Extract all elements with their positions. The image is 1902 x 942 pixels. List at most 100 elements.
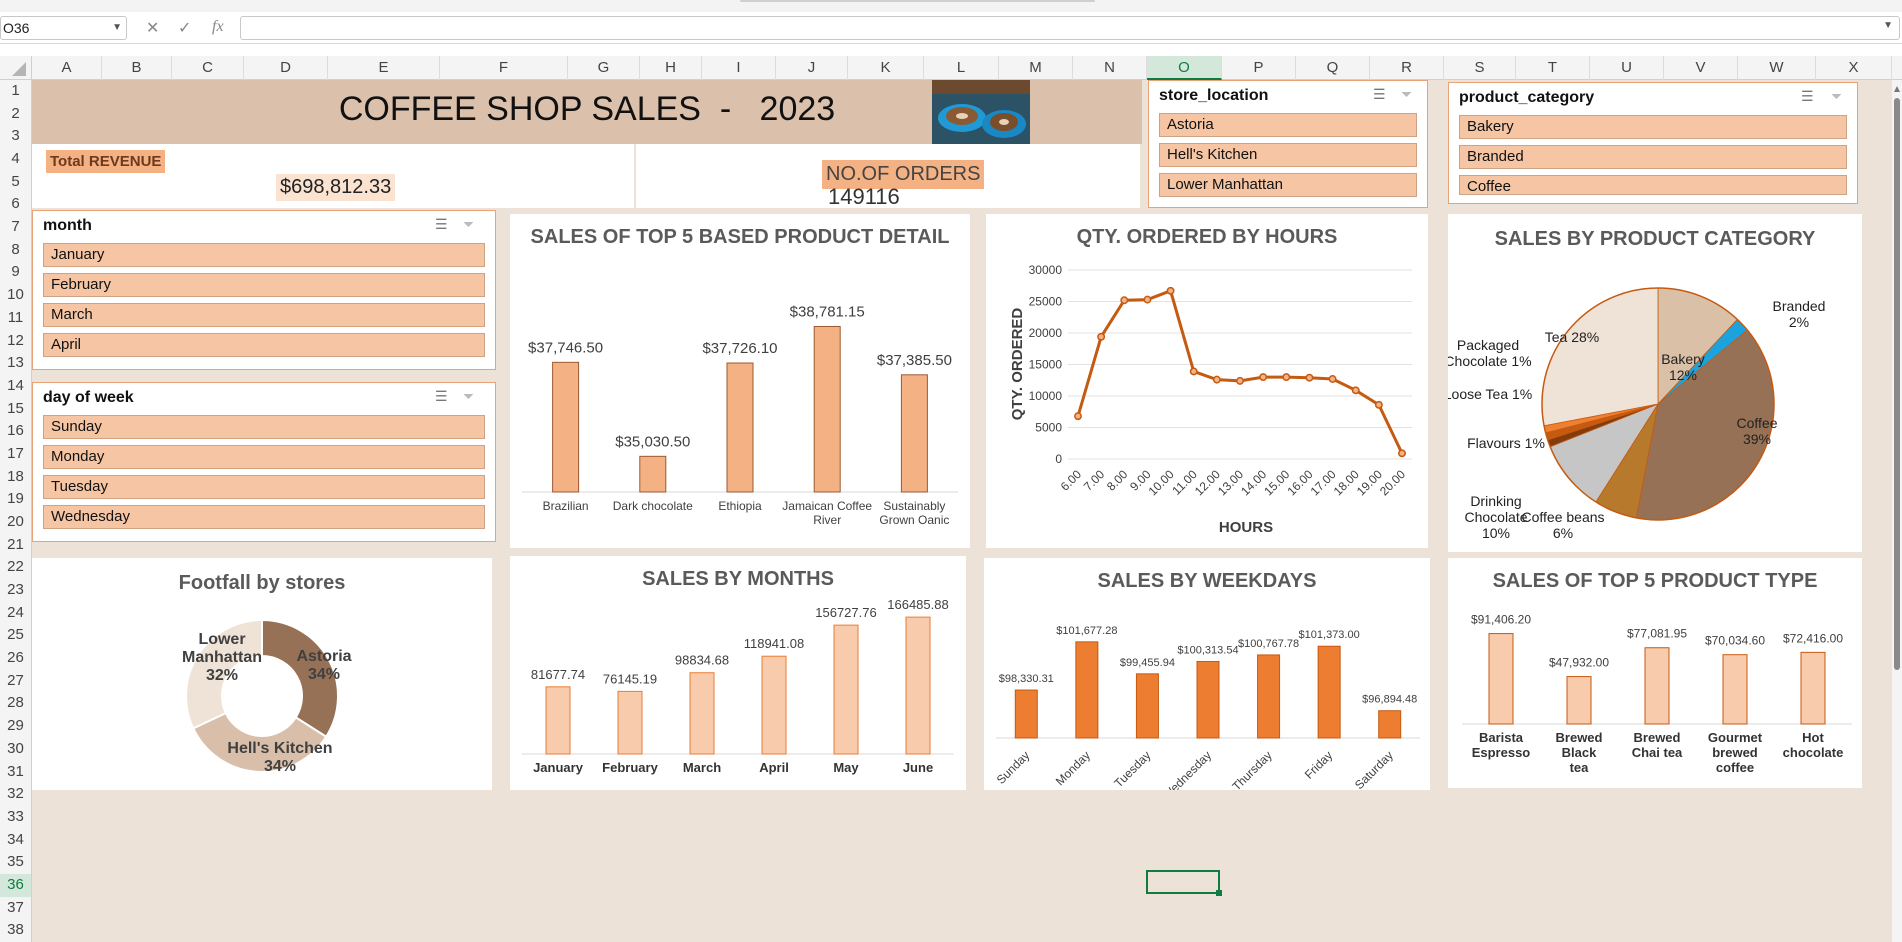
row-header-11[interactable]: 11 bbox=[0, 307, 31, 330]
row-header-18[interactable]: 18 bbox=[0, 466, 31, 489]
column-header-w[interactable]: W bbox=[1738, 56, 1816, 80]
column-header-b[interactable]: B bbox=[102, 56, 172, 80]
chart-qty-by-hours[interactable]: QTY. ORDERED BY HOURS 0 5000 10000 15000 200… bbox=[986, 214, 1428, 548]
enter-check-icon[interactable]: ✓ bbox=[178, 18, 191, 38]
row-header-10[interactable]: 10 bbox=[0, 284, 31, 307]
column-header-q[interactable]: Q bbox=[1296, 56, 1370, 80]
slicer-item-lower-manhattan[interactable]: Lower Manhattan bbox=[1159, 173, 1417, 197]
chart-sales-by-category[interactable]: SALES BY PRODUCT CATEGORY Bakery 12% Brand… bbox=[1448, 214, 1862, 552]
row-header-33[interactable]: 33 bbox=[0, 806, 31, 829]
column-header-n[interactable]: N bbox=[1073, 56, 1147, 80]
slicer-item-march[interactable]: March bbox=[43, 303, 485, 327]
row-header-15[interactable]: 15 bbox=[0, 398, 31, 421]
column-header-d[interactable]: D bbox=[244, 56, 328, 80]
slicer-item-astoria[interactable]: Astoria bbox=[1159, 113, 1417, 137]
clear-filter-icon[interactable]: ⏷ bbox=[1831, 88, 1842, 105]
row-header-35[interactable]: 35 bbox=[0, 851, 31, 874]
name-box[interactable]: O36 ▼ bbox=[0, 16, 127, 40]
row-header-28[interactable]: 28 bbox=[0, 692, 31, 715]
row-header-8[interactable]: 8 bbox=[0, 239, 31, 262]
scroll-up-icon[interactable] bbox=[1894, 86, 1900, 92]
column-header-m[interactable]: M bbox=[999, 56, 1073, 80]
row-header-9[interactable]: 9 bbox=[0, 261, 31, 284]
multi-select-icon[interactable]: ☰ bbox=[1801, 88, 1814, 105]
row-header-27[interactable]: 27 bbox=[0, 670, 31, 693]
row-header-31[interactable]: 31 bbox=[0, 761, 31, 784]
window-handle[interactable] bbox=[740, 0, 1095, 2]
chart-footfall-by-stores[interactable]: Footfall by stores Astoria 34% Hell's Kitc… bbox=[32, 558, 492, 790]
chevron-down-icon[interactable]: ▼ bbox=[1883, 20, 1893, 31]
row-header-4[interactable]: 4 bbox=[0, 148, 31, 171]
column-header-j[interactable]: J bbox=[776, 56, 848, 80]
slicer-item-monday[interactable]: Monday bbox=[43, 445, 485, 469]
slicer-item-sunday[interactable]: Sunday bbox=[43, 415, 485, 439]
row-header-1[interactable]: 1 bbox=[0, 80, 31, 103]
column-header-u[interactable]: U bbox=[1590, 56, 1664, 80]
scrollbar-thumb[interactable] bbox=[1894, 98, 1900, 670]
slicer-item-february[interactable]: February bbox=[43, 273, 485, 297]
chart-top5-product-detail[interactable]: SALES OF TOP 5 BASED PRODUCT DETAIL $37,… bbox=[510, 214, 970, 548]
clear-filter-icon[interactable]: ⏷ bbox=[463, 216, 474, 233]
formula-input[interactable]: ▼ bbox=[240, 16, 1900, 40]
active-cell[interactable] bbox=[1146, 870, 1222, 896]
slicer-item-tuesday[interactable]: Tuesday bbox=[43, 475, 485, 499]
row-header-17[interactable]: 17 bbox=[0, 443, 31, 466]
row-header-38[interactable]: 38 bbox=[0, 919, 31, 942]
column-header-r[interactable]: R bbox=[1370, 56, 1444, 80]
column-header-t[interactable]: T bbox=[1516, 56, 1590, 80]
row-header-7[interactable]: 7 bbox=[0, 216, 31, 239]
slicer-item-coffee[interactable]: Coffee bbox=[1459, 175, 1847, 195]
row-header-13[interactable]: 13 bbox=[0, 352, 31, 375]
insert-function-icon[interactable]: fx bbox=[212, 18, 224, 36]
clear-filter-icon[interactable]: ⏷ bbox=[463, 388, 474, 405]
slicer-item-january[interactable]: January bbox=[43, 243, 485, 267]
row-header-21[interactable]: 21 bbox=[0, 534, 31, 557]
row-header-6[interactable]: 6 bbox=[0, 193, 31, 216]
row-header-19[interactable]: 19 bbox=[0, 488, 31, 511]
row-header-14[interactable]: 14 bbox=[0, 375, 31, 398]
row-header-29[interactable]: 29 bbox=[0, 715, 31, 738]
select-all-corner[interactable] bbox=[0, 56, 32, 80]
column-header-k[interactable]: K bbox=[848, 56, 924, 80]
column-header-a[interactable]: A bbox=[32, 56, 102, 80]
column-header-l[interactable]: L bbox=[924, 56, 999, 80]
slicer-item-branded[interactable]: Branded bbox=[1459, 145, 1847, 169]
row-header-34[interactable]: 34 bbox=[0, 829, 31, 852]
multi-select-icon[interactable]: ☰ bbox=[1373, 86, 1386, 103]
row-header-16[interactable]: 16 bbox=[0, 420, 31, 443]
row-header-20[interactable]: 20 bbox=[0, 511, 31, 534]
row-header-12[interactable]: 12 bbox=[0, 330, 31, 353]
chevron-down-icon[interactable]: ▼ bbox=[112, 17, 122, 39]
row-header-36[interactable]: 36 bbox=[0, 873, 31, 897]
multi-select-icon[interactable]: ☰ bbox=[435, 388, 448, 405]
column-header-e[interactable]: E bbox=[328, 56, 440, 80]
slicer-item-wednesday[interactable]: Wednesday bbox=[43, 505, 485, 529]
clear-filter-icon[interactable]: ⏷ bbox=[1401, 86, 1412, 103]
row-header-30[interactable]: 30 bbox=[0, 738, 31, 761]
slicer-item-april[interactable]: April bbox=[43, 333, 485, 357]
chart-top5-product-type[interactable]: SALES OF TOP 5 PRODUCT TYPE $91,406.20 Ba… bbox=[1448, 558, 1862, 788]
chart-sales-by-weekdays[interactable]: SALES BY WEEKDAYS $98,330.31 Sunday $101,6… bbox=[984, 558, 1430, 790]
row-header-37[interactable]: 37 bbox=[0, 897, 31, 920]
column-header-c[interactable]: C bbox=[172, 56, 244, 80]
column-header-x[interactable]: X bbox=[1816, 56, 1892, 80]
row-header-24[interactable]: 24 bbox=[0, 602, 31, 625]
row-header-5[interactable]: 5 bbox=[0, 171, 31, 194]
column-header-f[interactable]: F bbox=[440, 56, 568, 80]
column-header-p[interactable]: P bbox=[1222, 56, 1296, 80]
slicer-item-hells-kitchen[interactable]: Hell's Kitchen bbox=[1159, 143, 1417, 167]
row-header-22[interactable]: 22 bbox=[0, 556, 31, 579]
column-header-g[interactable]: G bbox=[568, 56, 640, 80]
chart-sales-by-months[interactable]: SALES BY MONTHS 81677.74 January 76145.19 F… bbox=[510, 556, 966, 790]
column-header-s[interactable]: S bbox=[1444, 56, 1516, 80]
slicer-item-bakery[interactable]: Bakery bbox=[1459, 115, 1847, 139]
vertical-scrollbar[interactable] bbox=[1892, 80, 1902, 942]
cancel-icon[interactable]: ✕ bbox=[146, 18, 159, 38]
column-header-h[interactable]: H bbox=[640, 56, 702, 80]
column-header-v[interactable]: V bbox=[1664, 56, 1738, 80]
row-header-26[interactable]: 26 bbox=[0, 647, 31, 670]
column-header-i[interactable]: I bbox=[702, 56, 776, 80]
column-header-o[interactable]: O bbox=[1147, 56, 1222, 80]
multi-select-icon[interactable]: ☰ bbox=[435, 216, 448, 233]
row-header-3[interactable]: 3 bbox=[0, 125, 31, 148]
